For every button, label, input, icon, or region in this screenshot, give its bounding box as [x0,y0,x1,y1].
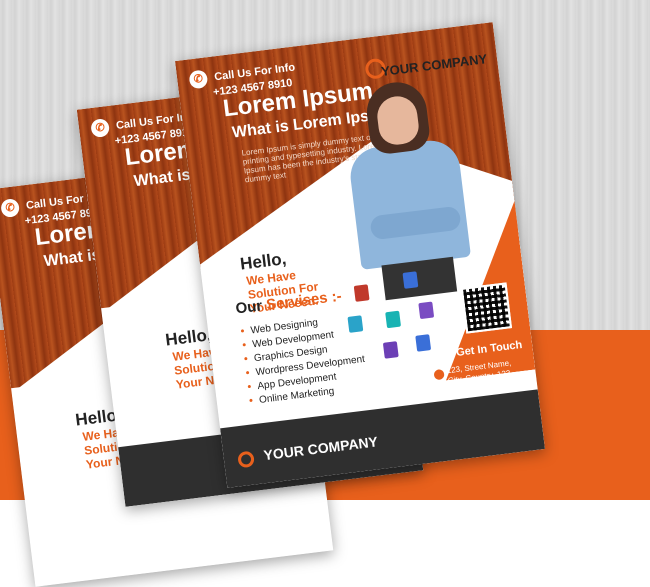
main-flyer: YOUR COMPANY ✆ Call Us For Info +123 456… [174,22,546,488]
phone-icon: ✆ [188,69,209,90]
phone-icon: ✆ [0,198,21,219]
file-icon [418,301,435,320]
photo-shirt [347,137,472,270]
qr-code [460,282,513,334]
file-icon [347,315,364,333]
file-icon [402,271,419,289]
phone-icon: ✆ [90,118,111,139]
file-icon [353,284,370,302]
woman-photo [330,75,485,304]
services-our: Our [234,297,264,318]
file-icon [385,310,402,329]
file-icon [415,334,432,352]
file-icon [382,341,399,359]
